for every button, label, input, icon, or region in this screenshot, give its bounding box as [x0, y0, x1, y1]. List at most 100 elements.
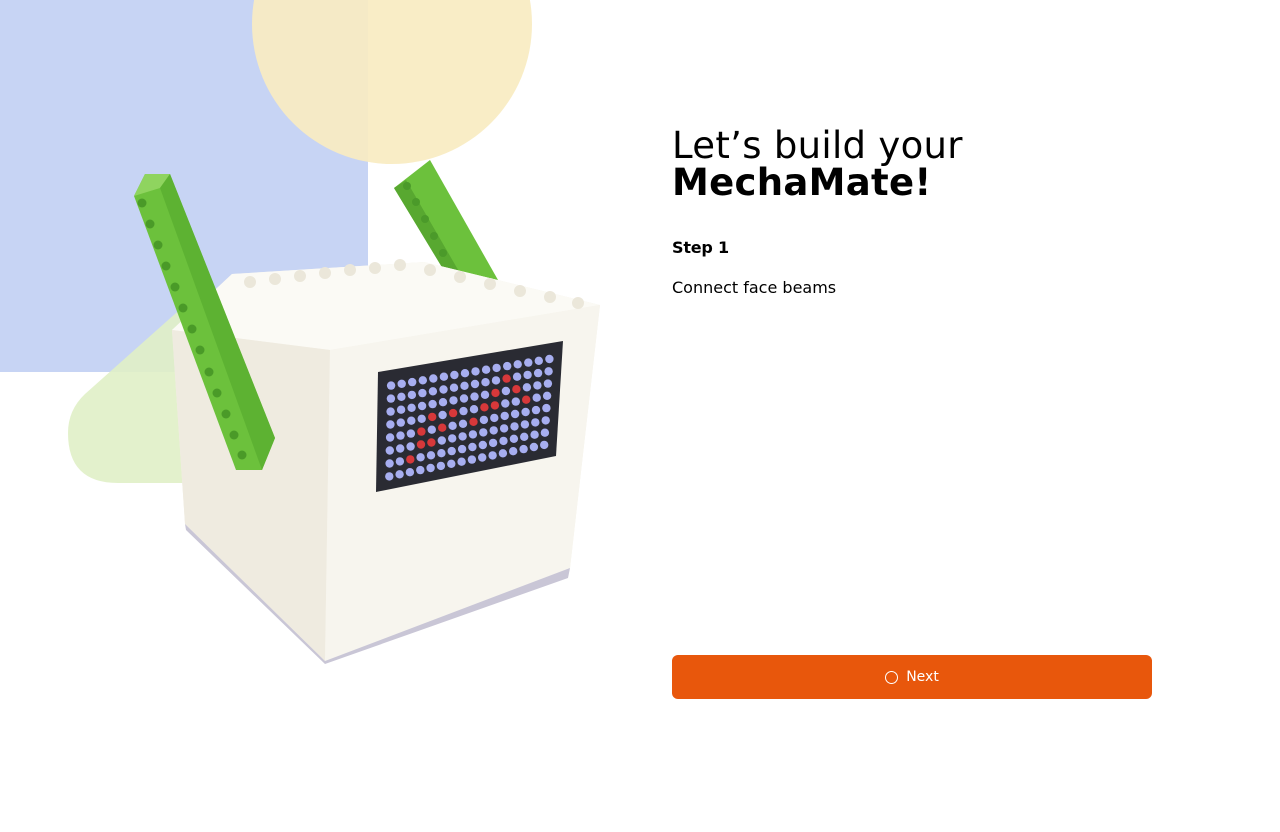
led-dot [386, 381, 396, 390]
led-dot [498, 449, 508, 458]
led-dot [479, 428, 488, 437]
led-dot [385, 459, 394, 468]
led-dot [470, 392, 479, 401]
mechamate-illustration [0, 0, 600, 664]
led-dot [510, 409, 520, 419]
led-dot [417, 401, 427, 411]
led-dot [408, 377, 417, 387]
step-label: Step 1 [672, 238, 729, 257]
next-button[interactable]: Next [672, 655, 1152, 699]
led-dot [429, 374, 438, 383]
led-dot [468, 442, 477, 452]
led-dot [540, 440, 549, 450]
led-dot [540, 428, 550, 437]
led-dot [478, 440, 487, 450]
led-dot [397, 379, 406, 388]
led-dot [460, 369, 470, 378]
led-dot [522, 383, 532, 392]
led-dot [480, 390, 490, 399]
led-dot [416, 465, 425, 475]
led-dot [523, 370, 532, 380]
led-dot [531, 418, 540, 427]
led-dot [457, 444, 467, 454]
led-dot [513, 360, 522, 369]
led-dot [439, 385, 448, 394]
led-dot [500, 411, 509, 421]
led-dot [396, 431, 405, 440]
led-dot [471, 367, 480, 376]
led-dot-lit [416, 440, 426, 449]
led-dot [511, 397, 520, 406]
led-dot [545, 354, 554, 364]
led-dot [407, 403, 416, 412]
led-dot [460, 381, 469, 390]
led-dot [469, 405, 479, 414]
led-dot [396, 444, 405, 453]
led-dot [520, 420, 530, 429]
led-dot [488, 451, 497, 460]
led-dot [428, 387, 438, 396]
led-dot [459, 406, 468, 416]
led-dot [395, 470, 404, 479]
led-dot [519, 444, 528, 454]
heading-block: Let’s build your MechaMate! [672, 124, 1152, 201]
led-dot [524, 358, 533, 367]
led-dot [386, 407, 395, 416]
led-dot [520, 432, 529, 441]
led-dot [426, 451, 436, 460]
led-dot [543, 379, 553, 388]
loading-spinner-icon [885, 670, 899, 684]
led-dot [534, 356, 543, 365]
next-button-label: Next [906, 669, 939, 685]
led-dot [459, 394, 469, 403]
led-dot [385, 433, 395, 442]
led-dot [385, 446, 394, 455]
led-dot [478, 453, 487, 462]
led-dot [509, 447, 518, 456]
led-dot [447, 459, 456, 468]
led-dot [428, 399, 437, 409]
led-dot-lit [469, 417, 478, 426]
led-dot [439, 372, 449, 381]
led-dot [386, 394, 396, 403]
led-dot [449, 383, 459, 392]
led-dot-lit [491, 388, 500, 398]
led-dot [450, 370, 459, 380]
led-dot [542, 391, 552, 400]
led-dot [521, 407, 530, 417]
led-dot [385, 472, 394, 481]
led-dot [407, 416, 416, 425]
led-dot [492, 363, 501, 373]
led-dot-lit [522, 395, 531, 404]
led-dot-lit [428, 412, 437, 422]
led-dot [449, 396, 458, 405]
led-dot [481, 365, 491, 374]
step-description: Connect face beams [672, 278, 837, 297]
led-dot-lit [406, 455, 415, 464]
led-dot [501, 399, 510, 408]
led-dot [438, 410, 447, 420]
led-dot [438, 398, 448, 407]
led-dot-lit [512, 385, 521, 394]
led-dot [488, 438, 498, 448]
build-step-page: Let’s build your MechaMate! Step 1 Conne… [0, 0, 1280, 832]
led-dot [406, 429, 416, 438]
led-dot [397, 392, 406, 401]
led-dot [490, 413, 499, 423]
led-dot [501, 386, 511, 396]
led-dot [499, 436, 508, 446]
led-dot [458, 432, 467, 441]
led-dot [544, 367, 553, 376]
led-dot [395, 457, 405, 466]
led-dot [458, 419, 468, 428]
led-dot [529, 442, 539, 452]
led-dot [503, 361, 512, 371]
led-dot [405, 468, 415, 477]
led-dot [510, 422, 519, 431]
led-dot [386, 420, 395, 429]
led-dot [447, 446, 456, 456]
led-dot [407, 390, 417, 400]
led-dot [481, 378, 490, 387]
led-dot [489, 426, 498, 435]
led-dot-lit [480, 403, 489, 412]
